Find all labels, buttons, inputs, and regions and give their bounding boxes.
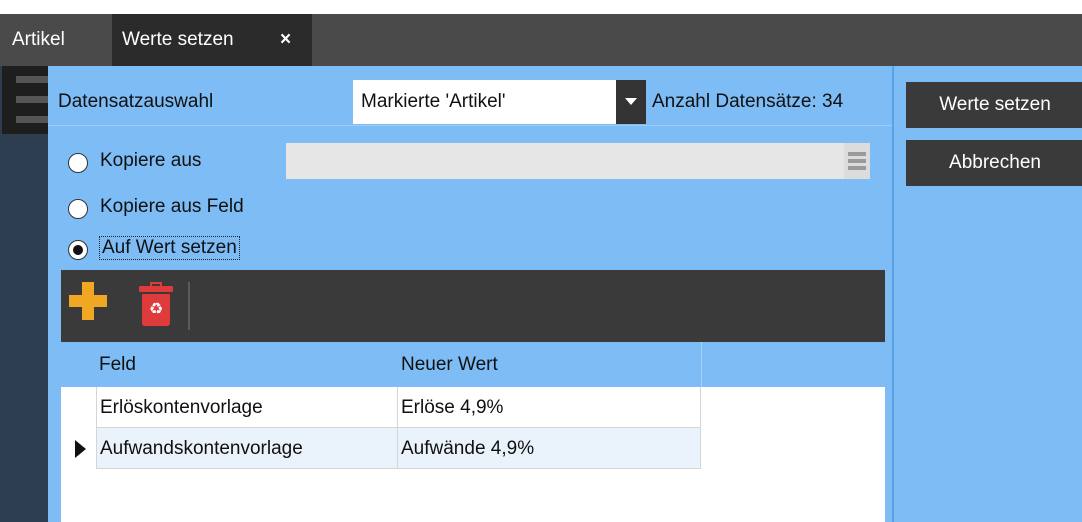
list-icon-line: [848, 166, 866, 170]
abbrechen-button[interactable]: Abbrechen: [906, 140, 1082, 186]
chevron-down-icon[interactable]: [616, 80, 646, 124]
tab-werte-setzen[interactable]: Werte setzen ×: [112, 14, 312, 66]
cell-feld[interactable]: Erlöskontenvorlage: [96, 387, 398, 428]
list-icon[interactable]: [844, 143, 870, 179]
row-indicator-icon: [75, 440, 86, 458]
tab-werte-setzen-label: Werte setzen: [122, 29, 234, 50]
selection-dropdown[interactable]: Markierte 'Artikel': [353, 80, 646, 124]
radio-label: Kopiere aus: [100, 150, 202, 171]
cell-neuer-wert[interactable]: Aufwände 4,9%: [398, 428, 701, 469]
main-panel: Datensatzauswahl Markierte 'Artikel' Anz…: [48, 66, 892, 522]
recycle-icon: ♻: [142, 294, 170, 326]
record-count: Anzahl Datensätze: 34: [652, 91, 844, 112]
menu-icon-bar: [16, 96, 48, 103]
column-divider: [701, 342, 702, 387]
radio-button-selected[interactable]: [68, 240, 88, 260]
app-window: Artikel Werte setzen × Datensatzauswahl …: [0, 0, 1082, 522]
datensatzauswahl-label: Datensatzauswahl: [58, 91, 214, 112]
list-icon-line: [848, 159, 866, 163]
tab-artikel[interactable]: Artikel: [12, 14, 65, 66]
radio-label: Auf Wert setzen: [99, 236, 240, 260]
toolbar-divider: [188, 282, 190, 330]
grid-toolbar: ♻: [61, 270, 885, 342]
plus-icon[interactable]: [69, 282, 107, 320]
radio-button[interactable]: [68, 199, 88, 219]
action-panel: Werte setzen Abbrechen: [892, 66, 1082, 522]
menu-icon[interactable]: [2, 66, 48, 134]
trash-icon-lid: [139, 286, 173, 292]
close-icon[interactable]: ×: [280, 14, 291, 66]
values-grid: Feld Neuer Wert Erlöskontenvorlage Erlös…: [61, 342, 885, 522]
selection-value: Markierte 'Artikel': [361, 91, 506, 112]
left-sidebar: [0, 66, 48, 522]
werte-setzen-button[interactable]: Werte setzen: [906, 82, 1082, 128]
list-icon-line: [848, 152, 866, 156]
column-header-neuer-wert[interactable]: Neuer Wert: [401, 342, 498, 387]
trash-icon[interactable]: ♻: [135, 282, 177, 328]
grid-header: Feld Neuer Wert: [61, 342, 885, 387]
table-row[interactable]: Erlöskontenvorlage Erlöse 4,9%: [61, 387, 701, 428]
record-selection-row: Datensatzauswahl Markierte 'Artikel' Anz…: [48, 66, 892, 126]
plus-icon-v: [82, 282, 94, 320]
menu-icon-bar: [16, 76, 48, 83]
copy-source-field[interactable]: [286, 143, 870, 179]
cell-neuer-wert[interactable]: Erlöse 4,9%: [398, 387, 701, 428]
radio-button[interactable]: [68, 153, 88, 173]
radio-label: Kopiere aus Feld: [100, 196, 244, 217]
tab-bar: Artikel Werte setzen ×: [0, 14, 1082, 66]
cell-feld[interactable]: Aufwandskontenvorlage: [96, 428, 398, 469]
column-header-feld[interactable]: Feld: [99, 342, 136, 387]
menu-icon-bar: [16, 116, 48, 123]
table-row-current[interactable]: Aufwandskontenvorlage Aufwände 4,9%: [61, 428, 701, 469]
